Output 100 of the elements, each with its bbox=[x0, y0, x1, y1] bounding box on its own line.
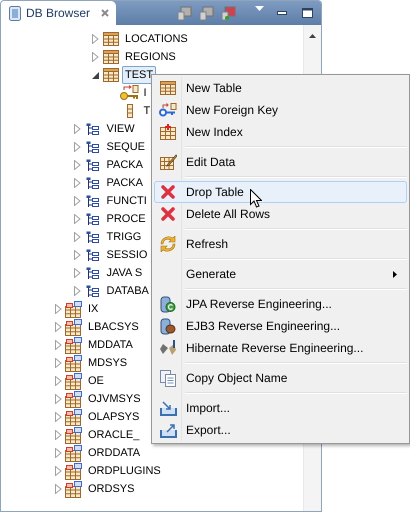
delete-icon bbox=[161, 207, 175, 221]
hierarchy-icon bbox=[86, 266, 99, 280]
menu-item[interactable]: Export... bbox=[154, 419, 407, 441]
schema-icon bbox=[65, 372, 83, 390]
import-icon bbox=[160, 400, 176, 416]
maximize-icon[interactable] bbox=[302, 8, 313, 18]
tree-item[interactable]: ORACLE_ bbox=[85, 426, 142, 444]
tree-item[interactable]: ORDPLUGINS bbox=[85, 462, 164, 480]
schema-icon bbox=[65, 318, 83, 336]
tree-item[interactable]: PACKA bbox=[104, 174, 146, 192]
tree-item[interactable]: MDDATA bbox=[85, 336, 136, 354]
table-pencil-icon bbox=[160, 154, 176, 170]
expand-arrow-icon[interactable] bbox=[55, 484, 62, 494]
schema-icon bbox=[65, 408, 83, 426]
schema-icon bbox=[65, 390, 83, 408]
scroll-up-icon[interactable] bbox=[309, 34, 316, 38]
hierarchy-icon bbox=[86, 140, 99, 154]
menu-item[interactable]: Edit Data bbox=[154, 151, 407, 173]
expand-arrow-icon[interactable] bbox=[55, 448, 62, 458]
tree-item[interactable]: MDSYS bbox=[85, 354, 130, 372]
tree-item[interactable]: TRIGG bbox=[104, 228, 144, 246]
expand-arrow-icon[interactable] bbox=[74, 214, 80, 224]
computer-icon[interactable] bbox=[221, 6, 236, 20]
hierarchy-icon bbox=[86, 176, 99, 190]
expand-arrow-icon[interactable] bbox=[55, 430, 62, 440]
tree-item[interactable]: LOCATIONS bbox=[122, 30, 191, 48]
view-menu-icon[interactable] bbox=[255, 6, 264, 12]
computer-icon[interactable] bbox=[177, 6, 192, 20]
tree-item[interactable]: JAVA S bbox=[104, 264, 146, 282]
hierarchy-icon bbox=[86, 194, 99, 208]
schema-icon bbox=[65, 426, 83, 444]
expand-arrow-icon[interactable] bbox=[55, 394, 62, 404]
key-icon bbox=[159, 103, 177, 117]
export-icon bbox=[160, 422, 176, 438]
tree-item[interactable]: REGIONS bbox=[122, 48, 179, 66]
expand-arrow-icon[interactable] bbox=[74, 250, 80, 260]
expand-arrow-icon[interactable] bbox=[74, 124, 80, 134]
tree-item[interactable]: DATABA bbox=[104, 282, 152, 300]
menu-item[interactable]: EJB3 Reverse Engineering... bbox=[154, 315, 407, 337]
tree-item[interactable]: OJVMSYS bbox=[85, 390, 144, 408]
expand-arrow-icon[interactable] bbox=[74, 142, 80, 152]
expand-arrow-icon[interactable] bbox=[74, 232, 80, 242]
menu-item[interactable]: New Table bbox=[154, 77, 407, 99]
menu-item[interactable]: Copy Object Name bbox=[154, 367, 407, 389]
expand-arrow-icon[interactable] bbox=[55, 376, 62, 386]
expand-arrow-icon[interactable] bbox=[74, 160, 80, 170]
tree-item[interactable]: PACKA bbox=[104, 156, 146, 174]
tree-item[interactable]: PROCE bbox=[104, 210, 149, 228]
expand-arrow-icon[interactable] bbox=[92, 34, 99, 44]
expand-arrow-icon[interactable] bbox=[92, 52, 99, 62]
mouse-pointer-icon bbox=[250, 189, 262, 208]
expand-arrow-icon[interactable] bbox=[74, 268, 80, 278]
expand-arrow-icon[interactable] bbox=[55, 466, 62, 476]
tree-item[interactable]: SESSIO bbox=[104, 246, 150, 264]
schema-icon bbox=[65, 354, 83, 372]
menu-item[interactable]: Drop Table bbox=[154, 181, 407, 203]
column-icon bbox=[126, 104, 132, 118]
tree-item[interactable]: LBACSYS bbox=[85, 318, 142, 336]
menu-item[interactable]: Delete All Rows bbox=[154, 203, 407, 225]
expand-arrow-icon[interactable] bbox=[74, 286, 80, 296]
expand-arrow-icon[interactable] bbox=[55, 358, 62, 368]
refresh-icon bbox=[160, 236, 176, 252]
tree-item[interactable]: OE bbox=[85, 372, 107, 390]
schema-icon bbox=[65, 444, 83, 462]
hierarchy-icon bbox=[86, 122, 99, 136]
tree-item[interactable]: TEST bbox=[122, 66, 156, 84]
expand-arrow-icon[interactable] bbox=[55, 412, 62, 422]
hierarchy-icon bbox=[86, 212, 99, 226]
expand-arrow-icon[interactable] bbox=[74, 196, 80, 206]
tree-item[interactable]: ORDSYS bbox=[85, 480, 138, 498]
menu-item[interactable]: New Foreign Key bbox=[154, 99, 407, 121]
tree-item[interactable]: FUNCTI bbox=[104, 192, 150, 210]
tree-item[interactable]: IX bbox=[85, 300, 102, 318]
expand-arrow-icon[interactable] bbox=[55, 340, 62, 350]
menu-item[interactable]: New Index bbox=[154, 121, 407, 143]
tree-item[interactable]: I bbox=[140, 84, 150, 102]
minimize-icon[interactable] bbox=[277, 11, 287, 15]
close-icon[interactable] bbox=[101, 9, 110, 17]
expand-arrow-icon[interactable] bbox=[74, 178, 80, 188]
expand-arrow-icon[interactable] bbox=[55, 304, 62, 314]
menu-item[interactable]: JPA Reverse Engineering... bbox=[154, 293, 407, 315]
hierarchy-icon bbox=[86, 284, 99, 298]
schema-icon bbox=[65, 462, 83, 480]
tree-item[interactable]: SEQUE bbox=[104, 138, 148, 156]
computer-icon[interactable] bbox=[199, 6, 214, 20]
database-icon bbox=[160, 318, 176, 334]
schema-icon bbox=[65, 300, 83, 318]
tree-item[interactable]: VIEW bbox=[104, 120, 138, 138]
delete-icon bbox=[161, 185, 175, 199]
menu-item[interactable]: Refresh bbox=[154, 233, 407, 255]
tree-item[interactable]: T bbox=[140, 102, 154, 120]
view-tab[interactable]: DB Browser bbox=[1, 1, 116, 25]
expand-arrow-icon[interactable] bbox=[55, 322, 62, 332]
menu-item[interactable]: Generate bbox=[154, 263, 407, 285]
collapse-arrow-icon[interactable] bbox=[92, 72, 99, 78]
tree-item[interactable]: OLAPSYS bbox=[85, 408, 142, 426]
menu-item[interactable]: Import... bbox=[154, 397, 407, 419]
tree-item[interactable]: ORDDATA bbox=[85, 444, 144, 462]
menu-item[interactable]: Hibernate Reverse Engineering... bbox=[154, 337, 407, 359]
table-icon bbox=[160, 81, 176, 95]
